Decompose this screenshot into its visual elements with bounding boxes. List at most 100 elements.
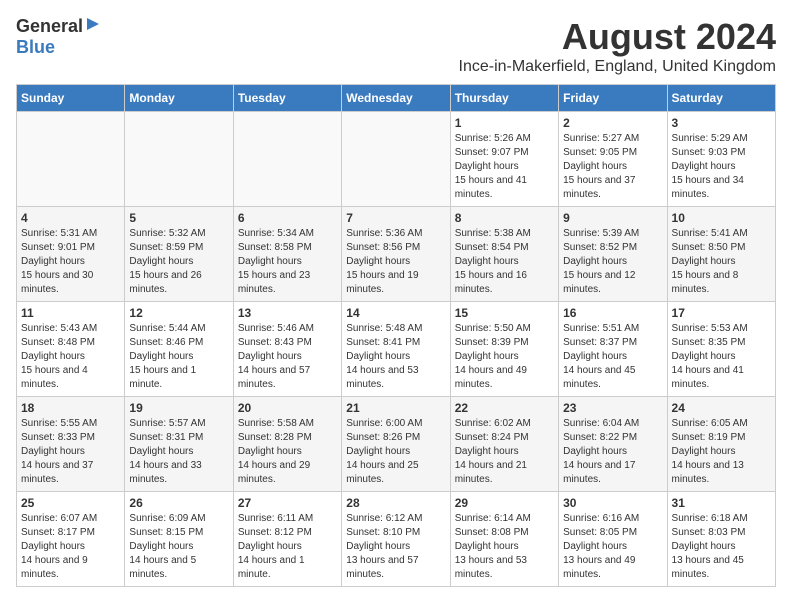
day-number: 19	[129, 401, 228, 415]
calendar-cell: 16Sunrise: 5:51 AMSunset: 8:37 PMDayligh…	[559, 302, 667, 397]
day-number: 25	[21, 496, 120, 510]
calendar-header-monday: Monday	[125, 85, 233, 112]
calendar-header-sunday: Sunday	[17, 85, 125, 112]
calendar-week-4: 18 Sunrise: 5:55 AMSunset: 8:33 PMDayligh…	[17, 397, 776, 492]
day-number: 11	[21, 306, 120, 320]
calendar-header-friday: Friday	[559, 85, 667, 112]
header: General Blue August 2024 Ince-in-Makerfi…	[16, 16, 776, 76]
calendar-cell: 18 Sunrise: 5:55 AMSunset: 8:33 PMDayligh…	[17, 397, 125, 492]
calendar-cell: 14 Sunrise: 5:48 AMSunset: 8:41 PMDayligh…	[342, 302, 450, 397]
calendar-cell: 1 Sunrise: 5:26 AMSunset: 9:07 PMDaylight…	[450, 112, 558, 207]
calendar-cell: 22Sunrise: 6:02 AMSunset: 8:24 PMDayligh…	[450, 397, 558, 492]
calendar-cell: 2Sunrise: 5:27 AMSunset: 9:05 PMDaylight…	[559, 112, 667, 207]
day-info: Sunrise: 5:31 AMSunset: 9:01 PMDaylight …	[21, 227, 120, 297]
day-info: Sunrise: 6:05 AMSunset: 8:19 PMDaylight …	[672, 417, 771, 487]
logo-general: General	[16, 16, 83, 37]
day-info: Sunrise: 6:12 AMSunset: 8:10 PMDaylight …	[346, 512, 445, 582]
day-info: Sunrise: 6:16 AMSunset: 8:05 PMDaylight …	[563, 512, 662, 582]
day-number: 31	[672, 496, 771, 510]
calendar-cell: 6 Sunrise: 5:34 AMSunset: 8:58 PMDaylight…	[233, 207, 341, 302]
calendar-header-wednesday: Wednesday	[342, 85, 450, 112]
calendar-cell: 26 Sunrise: 6:09 AMSunset: 8:15 PMDayligh…	[125, 492, 233, 587]
day-number: 27	[238, 496, 337, 510]
day-number: 3	[672, 116, 771, 130]
logo: General Blue	[16, 16, 101, 58]
calendar-cell: 10 Sunrise: 5:41 AMSunset: 8:50 PMDayligh…	[667, 207, 775, 302]
day-info: Sunrise: 6:00 AMSunset: 8:26 PMDaylight …	[346, 417, 445, 487]
day-info: Sunrise: 6:11 AMSunset: 8:12 PMDaylight …	[238, 512, 337, 582]
subtitle: Ince-in-Makerfield, England, United King…	[459, 58, 777, 76]
calendar-cell: 20Sunrise: 5:58 AMSunset: 8:28 PMDayligh…	[233, 397, 341, 492]
day-number: 9	[563, 211, 662, 225]
day-number: 4	[21, 211, 120, 225]
day-info: Sunrise: 5:41 AMSunset: 8:50 PMDaylight …	[672, 227, 771, 297]
title-section: August 2024 Ince-in-Makerfield, England,…	[459, 16, 777, 76]
day-info: Sunrise: 5:55 AMSunset: 8:33 PMDaylight …	[21, 417, 120, 487]
day-number: 15	[455, 306, 554, 320]
logo-blue: Blue	[16, 37, 55, 57]
calendar-week-2: 4 Sunrise: 5:31 AMSunset: 9:01 PMDaylight…	[17, 207, 776, 302]
day-number: 20	[238, 401, 337, 415]
calendar-cell: 25Sunrise: 6:07 AMSunset: 8:17 PMDayligh…	[17, 492, 125, 587]
day-info: Sunrise: 6:04 AMSunset: 8:22 PMDaylight …	[563, 417, 662, 487]
calendar-cell: 19Sunrise: 5:57 AMSunset: 8:31 PMDayligh…	[125, 397, 233, 492]
day-number: 10	[672, 211, 771, 225]
day-info: Sunrise: 5:50 AMSunset: 8:39 PMDaylight …	[455, 322, 554, 392]
calendar-cell: 4 Sunrise: 5:31 AMSunset: 9:01 PMDaylight…	[17, 207, 125, 302]
day-number: 24	[672, 401, 771, 415]
day-number: 26	[129, 496, 228, 510]
calendar-cell	[17, 112, 125, 207]
calendar-cell: 13Sunrise: 5:46 AMSunset: 8:43 PMDayligh…	[233, 302, 341, 397]
calendar-cell	[233, 112, 341, 207]
day-info: Sunrise: 5:26 AMSunset: 9:07 PMDaylight …	[455, 132, 554, 202]
day-number: 13	[238, 306, 337, 320]
main-title: August 2024	[459, 16, 777, 58]
calendar-week-3: 11 Sunrise: 5:43 AMSunset: 8:48 PMDayligh…	[17, 302, 776, 397]
day-number: 12	[129, 306, 228, 320]
calendar-header-thursday: Thursday	[450, 85, 558, 112]
day-number: 14	[346, 306, 445, 320]
calendar-cell	[125, 112, 233, 207]
day-info: Sunrise: 5:39 AMSunset: 8:52 PMDaylight …	[563, 227, 662, 297]
calendar-cell: 24 Sunrise: 6:05 AMSunset: 8:19 PMDayligh…	[667, 397, 775, 492]
day-number: 17	[672, 306, 771, 320]
day-number: 1	[455, 116, 554, 130]
day-info: Sunrise: 6:14 AMSunset: 8:08 PMDaylight …	[455, 512, 554, 582]
day-info: Sunrise: 5:51 AMSunset: 8:37 PMDaylight …	[563, 322, 662, 392]
day-info: Sunrise: 5:43 AMSunset: 8:48 PMDaylight …	[21, 322, 120, 392]
day-info: Sunrise: 5:32 AMSunset: 8:59 PMDaylight …	[129, 227, 228, 297]
day-info: Sunrise: 5:44 AMSunset: 8:46 PMDaylight …	[129, 322, 228, 392]
day-info: Sunrise: 5:34 AMSunset: 8:58 PMDaylight …	[238, 227, 337, 297]
calendar-cell: 31Sunrise: 6:18 AMSunset: 8:03 PMDayligh…	[667, 492, 775, 587]
calendar-cell: 9 Sunrise: 5:39 AMSunset: 8:52 PMDaylight…	[559, 207, 667, 302]
calendar-cell: 27 Sunrise: 6:11 AMSunset: 8:12 PMDayligh…	[233, 492, 341, 587]
day-number: 5	[129, 211, 228, 225]
calendar-week-5: 25Sunrise: 6:07 AMSunset: 8:17 PMDayligh…	[17, 492, 776, 587]
calendar-cell: 12 Sunrise: 5:44 AMSunset: 8:46 PMDayligh…	[125, 302, 233, 397]
calendar-cell: 17Sunrise: 5:53 AMSunset: 8:35 PMDayligh…	[667, 302, 775, 397]
day-number: 6	[238, 211, 337, 225]
day-number: 23	[563, 401, 662, 415]
day-info: Sunrise: 5:27 AMSunset: 9:05 PMDaylight …	[563, 132, 662, 202]
logo-arrow-icon	[85, 16, 101, 37]
calendar-header-saturday: Saturday	[667, 85, 775, 112]
day-number: 18	[21, 401, 120, 415]
calendar-cell: 23 Sunrise: 6:04 AMSunset: 8:22 PMDayligh…	[559, 397, 667, 492]
day-info: Sunrise: 5:36 AMSunset: 8:56 PMDaylight …	[346, 227, 445, 297]
day-number: 28	[346, 496, 445, 510]
day-number: 22	[455, 401, 554, 415]
day-number: 29	[455, 496, 554, 510]
calendar-cell: 11 Sunrise: 5:43 AMSunset: 8:48 PMDayligh…	[17, 302, 125, 397]
day-info: Sunrise: 6:09 AMSunset: 8:15 PMDaylight …	[129, 512, 228, 582]
calendar-cell: 15 Sunrise: 5:50 AMSunset: 8:39 PMDayligh…	[450, 302, 558, 397]
day-number: 30	[563, 496, 662, 510]
calendar-cell: 21Sunrise: 6:00 AMSunset: 8:26 PMDayligh…	[342, 397, 450, 492]
calendar-cell	[342, 112, 450, 207]
day-number: 7	[346, 211, 445, 225]
day-number: 8	[455, 211, 554, 225]
calendar-cell: 8Sunrise: 5:38 AMSunset: 8:54 PMDaylight…	[450, 207, 558, 302]
day-info: Sunrise: 5:48 AMSunset: 8:41 PMDaylight …	[346, 322, 445, 392]
calendar-cell: 7 Sunrise: 5:36 AMSunset: 8:56 PMDaylight…	[342, 207, 450, 302]
calendar: SundayMondayTuesdayWednesdayThursdayFrid…	[16, 84, 776, 587]
calendar-cell: 3Sunrise: 5:29 AMSunset: 9:03 PMDaylight…	[667, 112, 775, 207]
